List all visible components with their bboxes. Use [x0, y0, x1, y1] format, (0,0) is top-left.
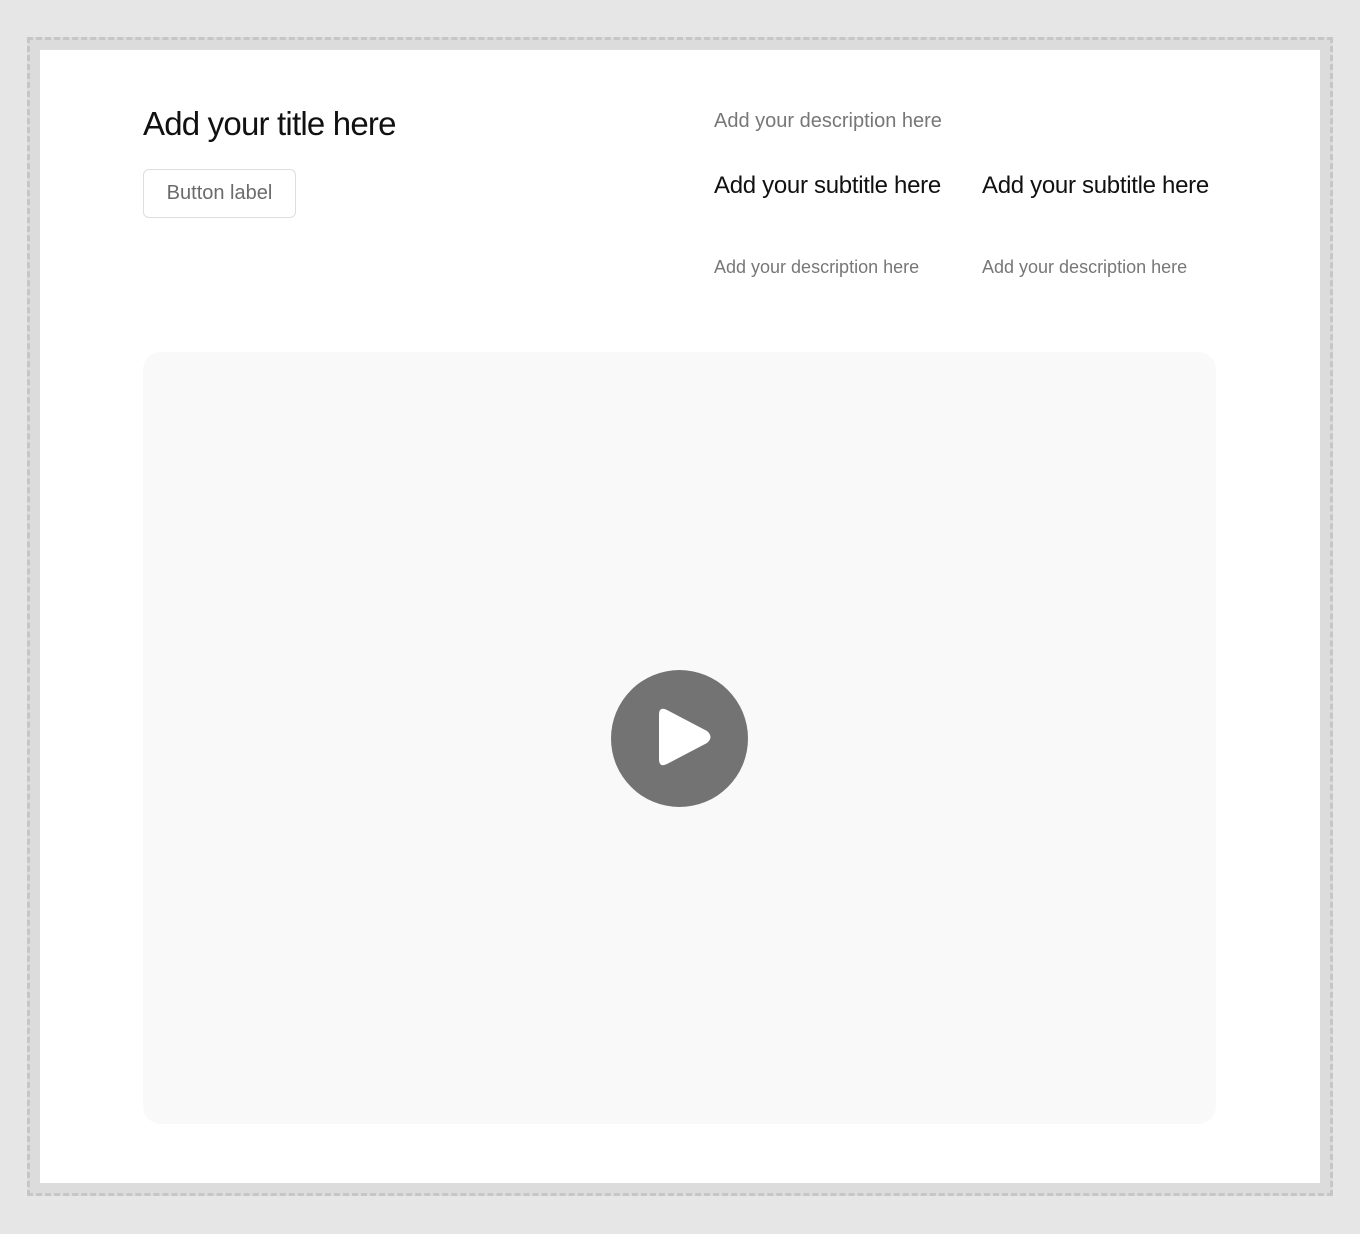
page-title: Add your title here [143, 105, 396, 142]
feature-description: Add your description here [714, 257, 920, 277]
content-card: Add your title here Button label Add you… [40, 50, 1320, 1183]
feature-subtitle: Add your subtitle here [982, 172, 1209, 199]
feature-item-1: Add your subtitle here Add your descript… [714, 172, 954, 277]
play-button[interactable] [611, 670, 748, 807]
play-icon [659, 708, 711, 766]
primary-button[interactable]: Button label [143, 169, 296, 218]
header-description: Add your description here [714, 110, 942, 132]
feature-subtitle: Add your subtitle here [714, 172, 941, 199]
video-placeholder[interactable] [143, 352, 1216, 1124]
feature-description: Add your description here [982, 257, 1188, 277]
feature-item-2: Add your subtitle here Add your descript… [982, 172, 1222, 277]
